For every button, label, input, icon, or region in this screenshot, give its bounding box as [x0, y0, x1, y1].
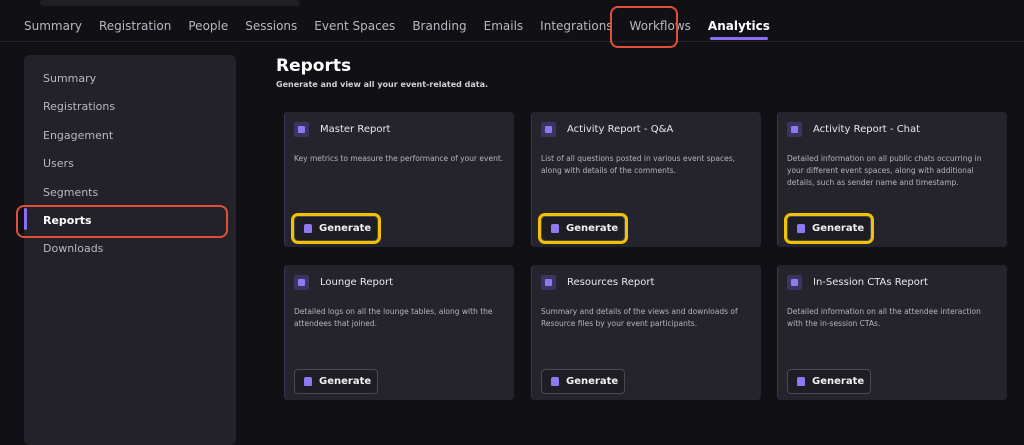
generate-button[interactable]: Generate — [294, 369, 378, 394]
tab-emails[interactable]: Emails — [484, 0, 524, 42]
report-description: Key metrics to measure the performance o… — [294, 154, 504, 163]
sidebar-item-registrations[interactable]: Registrations — [43, 100, 115, 113]
generate-icon — [797, 224, 805, 233]
tab-analytics[interactable]: Analytics — [708, 0, 770, 42]
tab-integrations[interactable]: Integrations — [540, 0, 612, 42]
report-title: Lounge Report — [320, 277, 394, 288]
tab-event-spaces[interactable]: Event Spaces — [314, 0, 395, 42]
tab-summary[interactable]: Summary — [24, 0, 82, 42]
report-card: Activity Report - Q&A List of all questi… — [531, 112, 761, 247]
generate-icon — [797, 377, 805, 386]
report-description: List of all questions posted in various … — [541, 154, 736, 175]
qa-icon — [541, 122, 556, 137]
tab-branding[interactable]: Branding — [412, 0, 466, 42]
report-title: In-Session CTAs Report — [813, 277, 928, 288]
generate-icon — [551, 377, 559, 386]
document-icon — [294, 122, 309, 137]
report-title: Activity Report - Chat — [813, 124, 921, 135]
chat-icon — [787, 122, 802, 137]
report-description: Detailed information on all the attendee… — [787, 307, 981, 328]
sidebar: Summary Registrations Engagement Users S… — [24, 55, 236, 445]
report-description: Summary and details of the views and dow… — [541, 307, 738, 328]
generate-icon — [551, 224, 559, 233]
lounge-icon — [294, 275, 309, 290]
tab-sessions[interactable]: Sessions — [245, 0, 297, 42]
report-title: Activity Report - Q&A — [567, 124, 674, 135]
generate-label: Generate — [566, 223, 619, 234]
sidebar-item-users[interactable]: Users — [43, 157, 74, 170]
report-card: Activity Report - Chat Detailed informat… — [777, 112, 1007, 247]
generate-label: Generate — [319, 223, 372, 234]
tab-people[interactable]: People — [188, 0, 228, 42]
top-nav: Summary Registration People Sessions Eve… — [0, 0, 1024, 42]
generate-label: Generate — [812, 376, 865, 387]
tab-registration[interactable]: Registration — [99, 0, 171, 42]
resources-icon — [541, 275, 556, 290]
report-card: In-Session CTAs Report Detailed informat… — [777, 265, 1007, 400]
generate-label: Generate — [319, 376, 372, 387]
generate-button[interactable]: Generate — [541, 369, 625, 394]
report-title: Resources Report — [567, 277, 655, 288]
generate-button[interactable]: Generate — [787, 216, 871, 241]
generate-label: Generate — [566, 376, 619, 387]
page-subtitle: Generate and view all your event-related… — [276, 80, 489, 89]
generate-button[interactable]: Generate — [294, 216, 378, 241]
cta-icon — [787, 275, 802, 290]
report-description: Detailed information on all public chats… — [787, 154, 982, 187]
sidebar-item-downloads[interactable]: Downloads — [43, 242, 103, 255]
page-title: Reports — [276, 56, 352, 76]
generate-button[interactable]: Generate — [541, 216, 625, 241]
report-title: Master Report — [320, 124, 391, 135]
generate-button[interactable]: Generate — [787, 369, 871, 394]
report-description: Detailed logs on all the lounge tables, … — [294, 307, 493, 328]
sidebar-item-engagement[interactable]: Engagement — [43, 129, 113, 142]
sidebar-item-segments[interactable]: Segments — [43, 186, 98, 199]
generate-icon — [304, 377, 312, 386]
sidebar-item-summary[interactable]: Summary — [43, 72, 96, 85]
generate-label: Generate — [812, 223, 865, 234]
reports-highlight — [16, 205, 228, 238]
report-card: Resources Report Summary and details of … — [531, 265, 761, 400]
generate-icon — [304, 224, 312, 233]
report-card: Master Report Key metrics to measure the… — [284, 112, 514, 247]
report-card: Lounge Report Detailed logs on all the l… — [284, 265, 514, 400]
analytics-highlight — [610, 6, 678, 48]
